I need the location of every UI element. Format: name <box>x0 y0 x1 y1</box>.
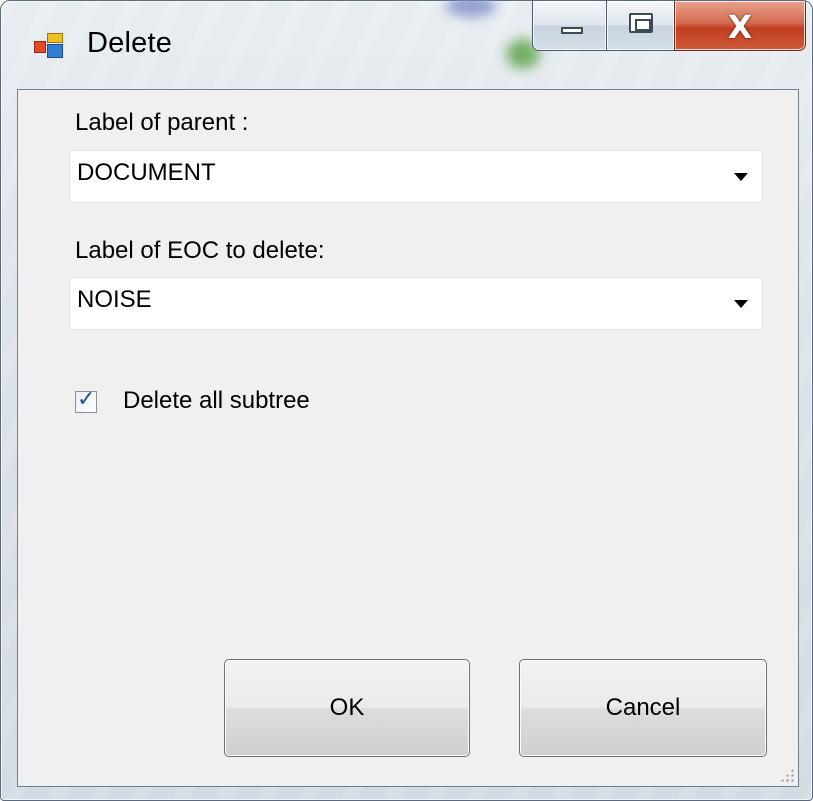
resize-grip-icon[interactable] <box>780 768 794 782</box>
eoc-select-value: NOISE <box>77 286 152 313</box>
close-icon: X <box>727 8 753 46</box>
parent-select[interactable]: DOCUMENT <box>69 150 763 203</box>
parent-label: Label of parent : <box>75 109 249 136</box>
dialog-client-area: Label of parent : DOCUMENT Label of EOC … <box>17 89 799 787</box>
close-button[interactable]: X <box>674 1 806 51</box>
dialog-window: Delete X Label of parent : DOCUMENT Labe… <box>0 0 813 801</box>
eoc-select[interactable]: NOISE <box>69 277 763 330</box>
maximize-button[interactable] <box>606 1 675 51</box>
maximize-icon <box>629 13 653 33</box>
caption-buttons: X <box>532 1 806 51</box>
minimize-button[interactable] <box>532 1 607 51</box>
checkmark-icon: ✓ <box>77 387 96 412</box>
title-bar[interactable]: Delete X <box>1 1 812 89</box>
parent-select-value: DOCUMENT <box>77 159 216 186</box>
minimize-icon <box>561 27 583 34</box>
app-window-icon <box>34 33 64 59</box>
eoc-label: Label of EOC to delete: <box>75 237 325 264</box>
ok-button[interactable]: OK <box>224 659 470 757</box>
delete-subtree-checkbox[interactable]: ✓ <box>75 387 97 413</box>
chevron-down-icon[interactable] <box>734 173 748 181</box>
window-title: Delete <box>87 27 173 59</box>
delete-subtree-label[interactable]: Delete all subtree <box>123 387 310 415</box>
chevron-down-icon[interactable] <box>734 300 748 308</box>
cancel-button[interactable]: Cancel <box>519 659 767 757</box>
